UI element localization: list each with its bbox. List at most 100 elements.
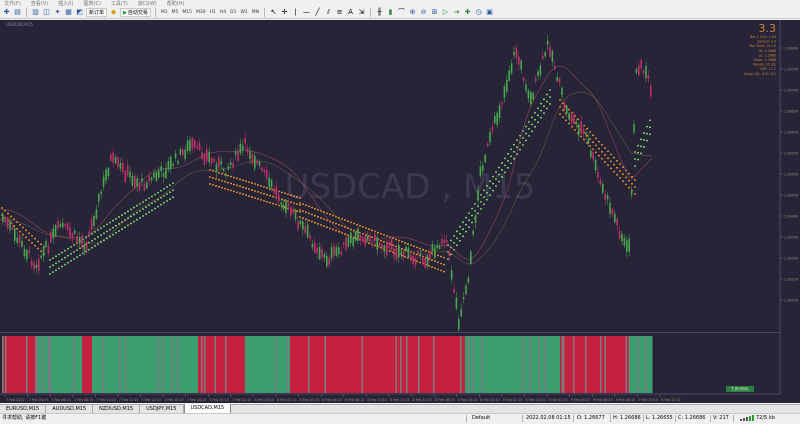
timeframe-m15[interactable]: M15 — [181, 10, 193, 15]
orange-dot — [371, 236, 373, 239]
timeframe-d1[interactable]: D1 — [229, 10, 237, 15]
periodicity-icon[interactable]: ◷ — [474, 8, 483, 17]
indicators-icon[interactable]: ✚ — [463, 8, 472, 17]
chart-shift-icon[interactable]: ⇥ — [452, 8, 461, 17]
zoom-in-icon[interactable]: ⊕ — [408, 8, 417, 17]
text-tool-icon[interactable]: A — [346, 8, 355, 17]
new-chart-icon[interactable]: ✚ — [2, 8, 11, 17]
histogram-bar — [600, 336, 602, 393]
candlestick-chart-icon[interactable]: ▮ — [386, 8, 395, 17]
histogram-bar — [386, 336, 388, 393]
tab-usdjpy[interactable]: USDJPY,M15 — [140, 405, 184, 413]
orange-dot — [7, 212, 9, 215]
histogram-bar — [57, 336, 59, 393]
orange-dot — [236, 184, 238, 187]
green-dot — [462, 235, 464, 238]
market-watch-icon[interactable]: ▥ — [31, 8, 40, 17]
info-line: Bar 1 VOL: 4.09 — [750, 35, 776, 39]
metaeditor-icon[interactable]: ◆ — [109, 8, 118, 17]
menu-charts[interactable]: 图表(C) — [84, 0, 101, 7]
horizontal-line-icon[interactable]: — — [302, 8, 311, 17]
candle-body — [218, 157, 220, 168]
histogram-bar — [345, 336, 347, 393]
timeframe-mn[interactable]: MN — [251, 10, 260, 15]
price-chart[interactable]: USDCAD,M15 USDCAD , M15 1.268001.267501.… — [0, 20, 800, 403]
autoscroll-icon[interactable]: ▷ — [441, 8, 450, 17]
histogram-bar — [276, 336, 278, 393]
candle-body — [460, 308, 462, 317]
arrow-tool-icon[interactable]: ⇲ — [357, 8, 366, 17]
tab-audusd[interactable]: AUDUSD,M15 — [46, 405, 94, 413]
strategy-tester-icon[interactable]: ◩ — [75, 8, 84, 17]
green-dot — [474, 210, 476, 212]
price-tick-label: 1.26700 — [784, 89, 798, 93]
tab-usdcad[interactable]: USDCAD,M15 — [183, 404, 232, 413]
menu-view[interactable]: 查看(V) — [31, 0, 48, 7]
tile-windows-icon[interactable]: ⊞ — [430, 8, 439, 17]
menu-insert[interactable]: 插入(I) — [58, 0, 73, 7]
green-dot — [643, 132, 645, 134]
cursor-icon[interactable]: ↖ — [269, 8, 278, 17]
histogram-bar — [398, 336, 400, 393]
timeframe-m5[interactable]: M5 — [171, 10, 180, 15]
navigator-icon[interactable]: ✦ — [53, 8, 62, 17]
histogram-bar — [355, 336, 357, 393]
fibonacci-icon[interactable]: ≡ — [335, 8, 344, 17]
trendline-icon[interactable]: ╱ — [313, 8, 322, 17]
zoom-out-icon[interactable]: ⊖ — [419, 8, 428, 17]
menu-help[interactable]: 帮助(H) — [167, 0, 185, 7]
timeframe-m30[interactable]: M30 — [195, 10, 207, 15]
histogram-bar — [631, 336, 633, 393]
tab-nzdusd[interactable]: NZDUSD,M15 — [93, 405, 141, 413]
orange-dot — [314, 221, 316, 224]
histogram-bar — [543, 336, 545, 393]
profiles-icon[interactable]: ▤ — [13, 8, 22, 17]
histogram-bar — [486, 336, 488, 393]
timeframe-h1[interactable]: H1 — [209, 10, 217, 15]
line-chart-icon[interactable]: ⌒ — [397, 8, 406, 17]
menu-file[interactable]: 文件(F) — [4, 0, 21, 7]
candle-body — [503, 86, 506, 99]
histogram-bar — [210, 336, 212, 393]
histogram-bar — [516, 336, 518, 393]
new-order-button[interactable]: 新订单 — [86, 8, 108, 17]
histogram-bar — [180, 336, 182, 393]
candle-body — [126, 165, 129, 176]
candle-body — [467, 277, 470, 283]
histogram-bar — [12, 336, 14, 393]
green-dot — [634, 151, 636, 153]
timeframe-m1[interactable]: M1 — [160, 10, 169, 15]
vertical-line-icon[interactable]: | — [291, 8, 300, 17]
green-dot — [139, 216, 141, 219]
candle-body — [594, 159, 597, 171]
templates-icon[interactable]: ▣ — [485, 8, 494, 17]
data-window-icon[interactable]: ◫ — [42, 8, 51, 17]
orange-dot — [308, 219, 310, 222]
tab-eurusd[interactable]: EURUSD,M15 — [0, 405, 47, 413]
channel-icon[interactable]: ⫽ — [324, 8, 333, 17]
orange-dot — [595, 137, 597, 140]
candle-body — [611, 208, 614, 215]
orange-dot — [437, 254, 439, 257]
orange-dot — [622, 173, 624, 176]
green-dot — [88, 248, 90, 251]
menu-window[interactable]: 窗口(W) — [138, 0, 157, 7]
timeframe-h4[interactable]: H4 — [219, 10, 227, 15]
candle-body — [551, 50, 554, 62]
green-dot — [82, 252, 84, 255]
crosshair-icon[interactable]: ✛ — [280, 8, 289, 17]
menu-tools[interactable]: 工具(T) — [111, 0, 128, 7]
orange-dot — [1, 207, 3, 209]
candle-body — [309, 235, 311, 239]
bar-chart-icon[interactable]: ╫ — [375, 8, 384, 17]
histogram-bar — [17, 336, 19, 393]
terminal-icon[interactable]: ▦ — [64, 8, 73, 17]
candle-body — [124, 171, 126, 182]
orange-dot — [616, 166, 618, 169]
autotrading-button[interactable]: ▶ 自动交易 — [120, 8, 151, 17]
histogram-bar — [261, 336, 263, 393]
histogram-bar — [240, 336, 242, 393]
timeframe-w1[interactable]: W1 — [239, 10, 248, 15]
green-dot — [534, 125, 536, 128]
histogram-bar — [446, 336, 448, 393]
